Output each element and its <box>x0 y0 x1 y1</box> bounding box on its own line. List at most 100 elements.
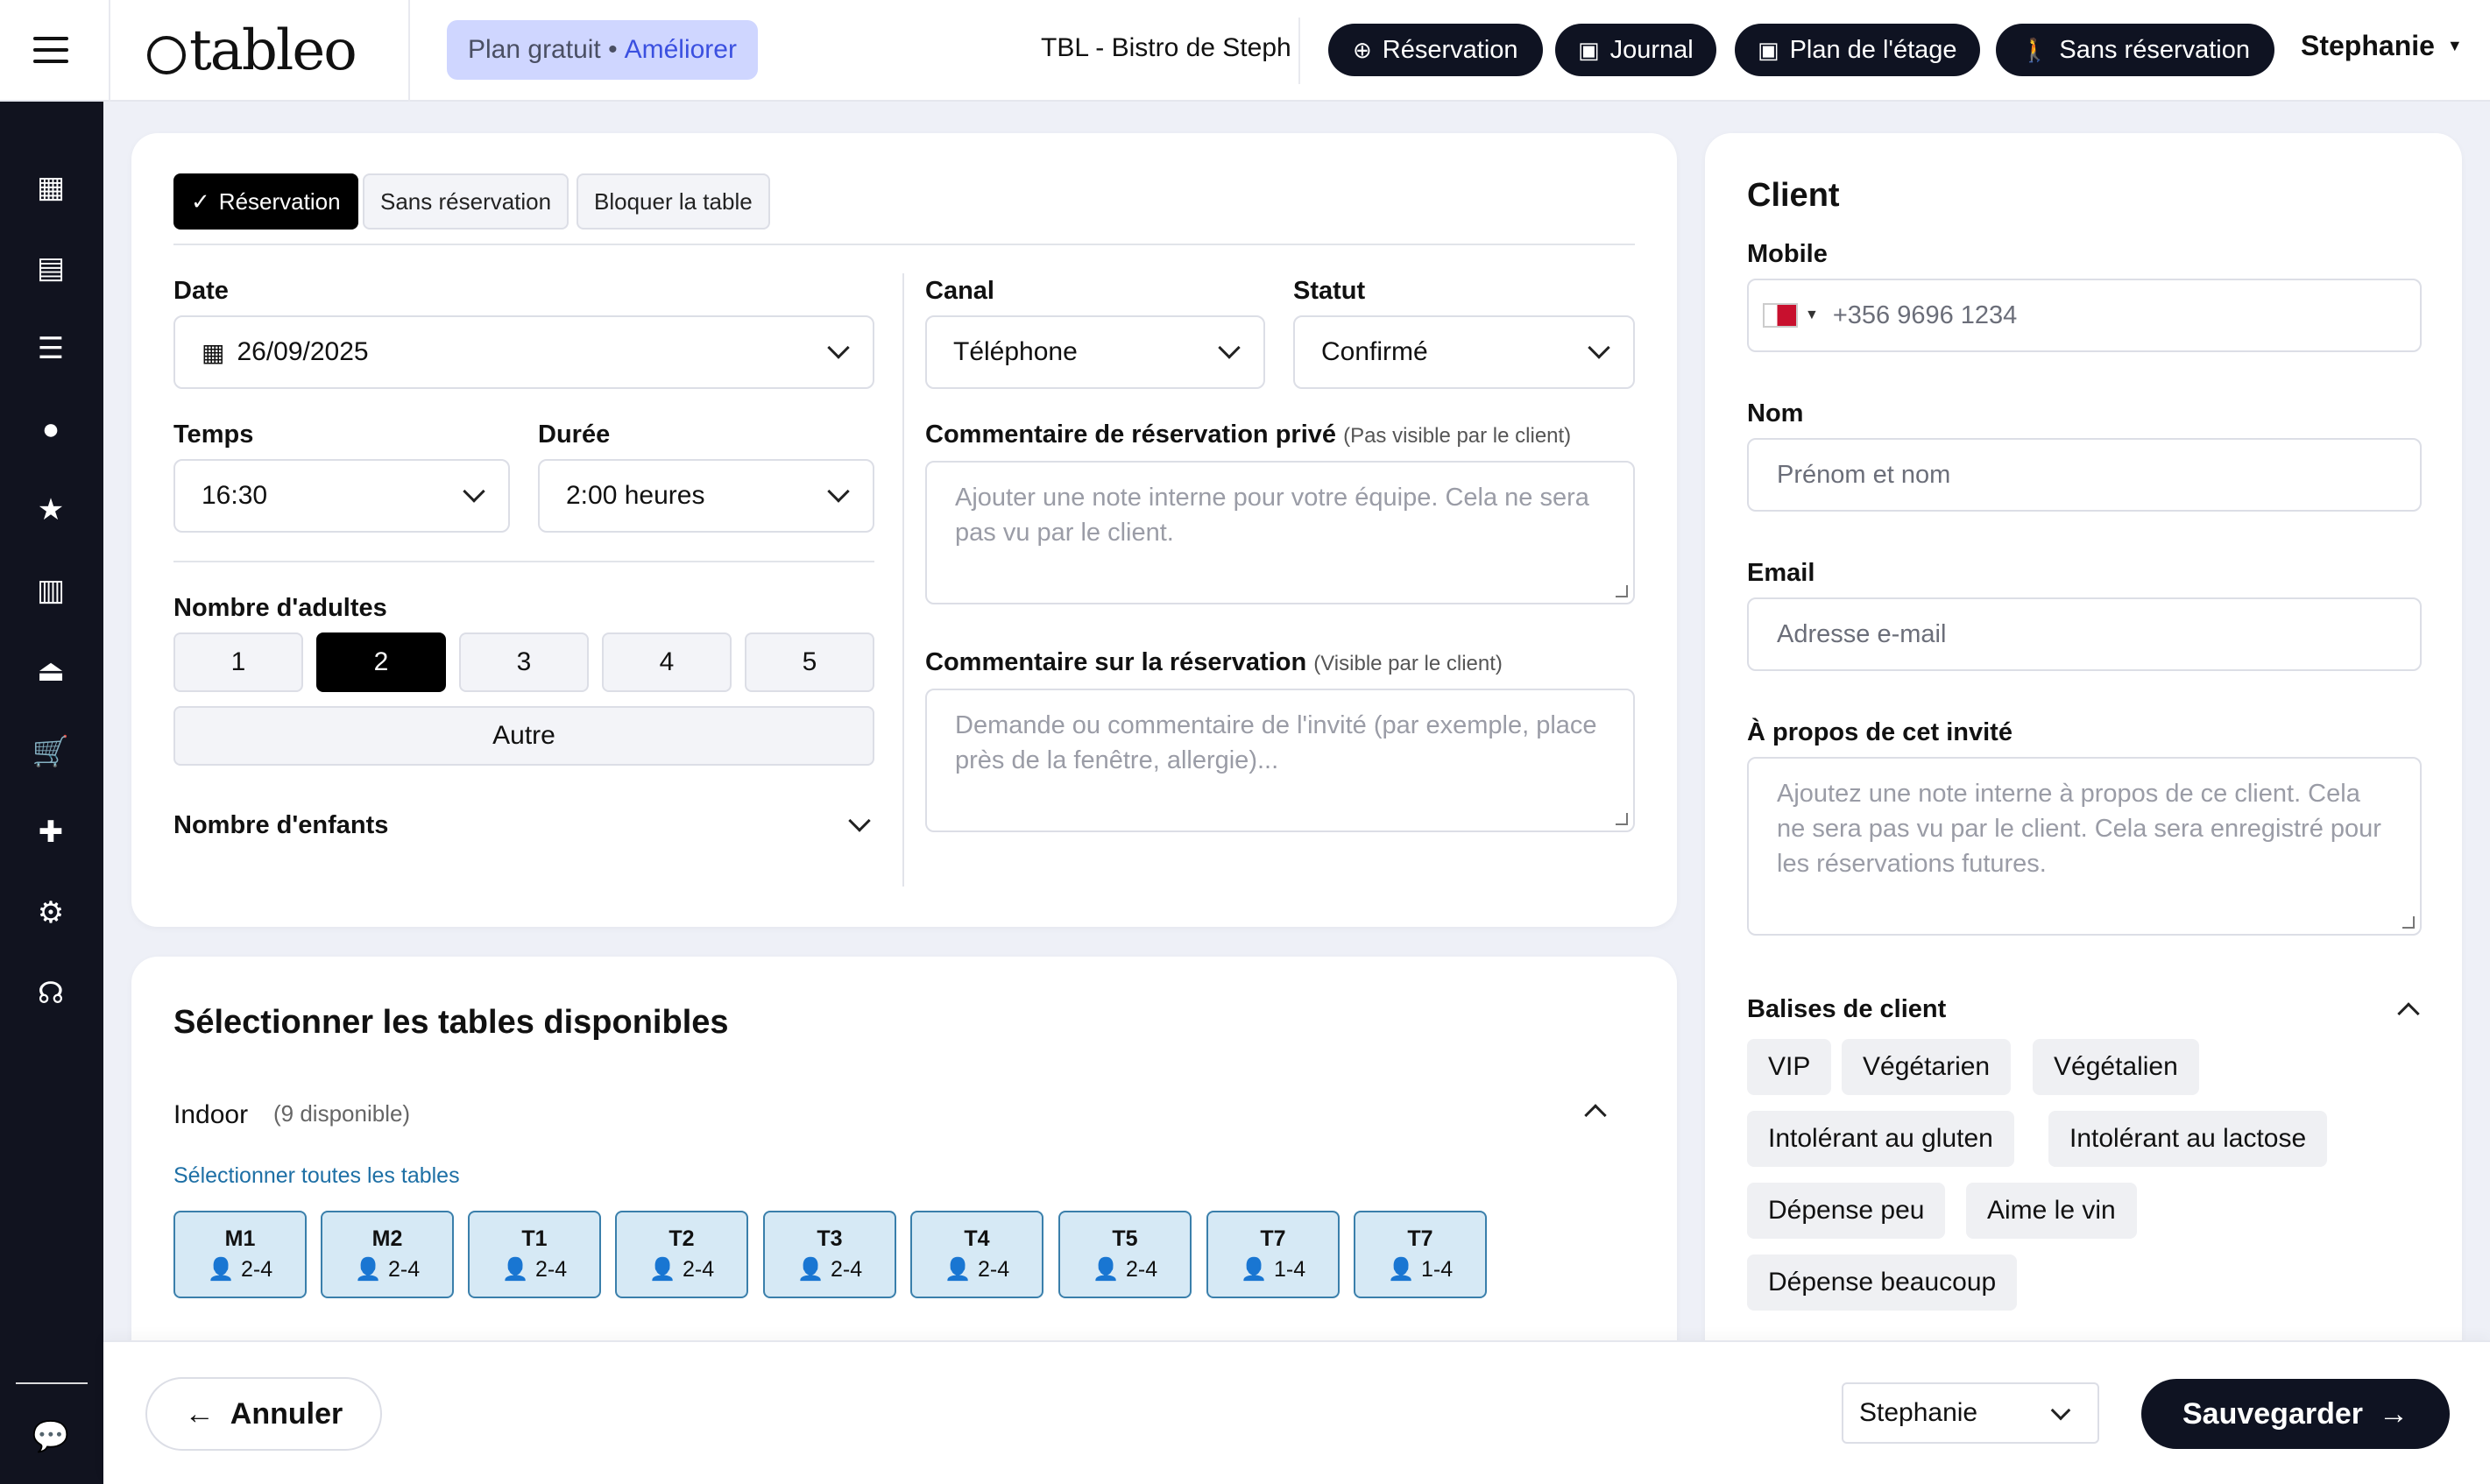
resize-handle[interactable] <box>2402 916 2415 929</box>
logo-ring-icon <box>147 36 186 74</box>
public-comment-textarea[interactable]: Demande ou commentaire de l'invité (par … <box>925 689 1635 832</box>
table-chip[interactable]: T4 👤 2-4 <box>910 1211 1043 1298</box>
client-tag[interactable]: Intolérant au gluten <box>1747 1111 2014 1167</box>
table-capacity: 👤 1-4 <box>1388 1257 1453 1283</box>
cart-icon[interactable]: 🛒 <box>32 732 70 771</box>
client-title: Client <box>1747 177 1840 214</box>
adults-option[interactable]: 1 <box>173 632 303 692</box>
resize-handle[interactable] <box>1616 813 1628 825</box>
status-label: Statut <box>1293 277 1366 305</box>
list-icon[interactable]: ☰ <box>32 329 70 368</box>
area-name: Indoor <box>173 1100 249 1129</box>
chat-icon[interactable]: 💬 <box>32 1417 70 1456</box>
client-tag[interactable]: Dépense peu <box>1747 1183 1946 1239</box>
client-tag[interactable]: Aime le vin <box>1966 1183 2137 1239</box>
date-picker[interactable]: ▦ 26/09/2025 <box>173 315 874 389</box>
table-chip[interactable]: T1 👤 2-4 <box>468 1211 601 1298</box>
menu-icon[interactable] <box>33 37 68 63</box>
mobile-field[interactable]: ▼ +356 9696 1234 <box>1747 279 2422 352</box>
person-icon: 👤 <box>207 1257 236 1282</box>
about-label: À propos de cet invité <box>1747 718 2013 746</box>
tab-divider <box>173 244 1635 245</box>
client-tag[interactable]: VIP <box>1747 1039 1832 1095</box>
channel-select[interactable]: Téléphone <box>925 315 1265 389</box>
table-name: T3 <box>817 1226 843 1251</box>
adults-option[interactable]: 3 <box>459 632 589 692</box>
journal-button[interactable]: ▣ Journal <box>1555 24 1716 76</box>
cancel-button[interactable]: ← Annuler <box>145 1377 382 1451</box>
tables-title: Sélectionner les tables disponibles <box>173 1004 729 1041</box>
staff-select[interactable]: Stephanie <box>1842 1382 2099 1444</box>
client-tag[interactable]: Intolérant au lactose <box>2048 1111 2328 1167</box>
table-name: T7 <box>1260 1226 1286 1251</box>
table-chip[interactable]: T5 👤 2-4 <box>1058 1211 1192 1298</box>
table-capacity: 👤 2-4 <box>502 1257 567 1283</box>
floor-plan-button[interactable]: ▣ Plan de l'étage <box>1735 24 1980 76</box>
duration-select[interactable]: 2:00 heures <box>538 459 874 533</box>
email-field[interactable]: Adresse e-mail <box>1747 597 2422 671</box>
user-menu[interactable]: Stephanie ▼ <box>2301 30 2463 62</box>
gear-icon[interactable]: ⚙ <box>32 894 70 932</box>
placeholder: Ajoutez une note interne à propos de ce … <box>1777 780 2381 878</box>
resize-handle[interactable] <box>1616 585 1628 597</box>
table-chip[interactable]: T7 👤 1-4 <box>1354 1211 1487 1298</box>
book-icon[interactable]: ▤ <box>32 249 70 287</box>
adults-option[interactable]: 4 <box>602 632 732 692</box>
chevron-down-icon <box>463 480 485 503</box>
star-icon[interactable]: ★ <box>32 491 70 529</box>
person-icon: 👤 <box>648 1257 677 1282</box>
cloche-icon[interactable]: ⏏ <box>32 652 70 690</box>
date-label: Date <box>173 277 229 305</box>
table-chip[interactable]: T2 👤 2-4 <box>615 1211 748 1298</box>
email-label: Email <box>1747 559 1815 587</box>
client-tag[interactable]: Dépense beaucoup <box>1747 1254 2018 1311</box>
new-reservation-button[interactable]: ⊕ Réservation <box>1328 24 1543 76</box>
capacity-value: 2-4 <box>1125 1257 1158 1282</box>
table-capacity: 👤 1-4 <box>1241 1257 1305 1283</box>
chart-icon[interactable]: ▥ <box>32 571 70 610</box>
table-chip[interactable]: T3 👤 2-4 <box>763 1211 896 1298</box>
upgrade-link[interactable]: Améliorer <box>625 35 737 65</box>
about-textarea[interactable]: Ajoutez une note interne à propos de ce … <box>1747 757 2422 936</box>
public-comment-label: Commentaire sur la réservation (Visible … <box>925 648 1503 677</box>
tab-block-table[interactable]: Bloquer la table <box>577 173 770 230</box>
adults-other-button[interactable]: Autre <box>173 706 874 766</box>
divider <box>109 0 110 102</box>
date-value: 26/09/2025 <box>237 337 369 366</box>
headset-icon[interactable]: ☊ <box>32 974 70 1013</box>
tab-reservation[interactable]: ✓ Réservation <box>173 173 358 230</box>
status-select[interactable]: Confirmé <box>1293 315 1635 389</box>
save-button[interactable]: Sauvegarder → <box>2141 1379 2450 1449</box>
table-chip[interactable]: M2 👤 2-4 <box>321 1211 454 1298</box>
table-chip[interactable]: M1 👤 2-4 <box>173 1211 307 1298</box>
name-field[interactable]: Prénom et nom <box>1747 438 2422 512</box>
tab-walk-in[interactable]: Sans réservation <box>363 173 569 230</box>
channel-value: Téléphone <box>953 337 1078 366</box>
divider <box>1298 18 1300 84</box>
capacity-value: 1-4 <box>1420 1257 1454 1282</box>
adults-option-selected[interactable]: 2 <box>316 632 446 692</box>
area-count: (9 disponible) <box>273 1100 411 1127</box>
capacity-value: 2-4 <box>387 1257 421 1282</box>
logo[interactable]: tableo <box>147 18 357 83</box>
private-comment-textarea[interactable]: Ajouter une note interne pour votre équi… <box>925 461 1635 604</box>
puzzle-icon[interactable]: ✚ <box>32 813 70 852</box>
walk-in-button[interactable]: 🚶 Sans réservation <box>1996 24 2274 76</box>
logo-text: tableo <box>189 18 357 83</box>
time-select[interactable]: 16:30 <box>173 459 510 533</box>
client-tag[interactable]: Végétalien <box>2033 1039 2199 1095</box>
adults-label: Nombre d'adultes <box>173 594 387 622</box>
country-flag-icon[interactable] <box>1763 303 1798 328</box>
user-icon[interactable]: ● <box>32 410 70 449</box>
table-chip[interactable]: T7 👤 1-4 <box>1206 1211 1340 1298</box>
chevron-down-icon <box>827 480 850 503</box>
chevron-down-icon <box>1218 336 1241 359</box>
duration-label: Durée <box>538 420 611 449</box>
client-tag[interactable]: Végétarien <box>1842 1039 2012 1095</box>
save-label: Sauvegarder <box>2182 1396 2363 1431</box>
adults-option[interactable]: 5 <box>745 632 874 692</box>
person-icon: 👤 <box>1240 1257 1269 1282</box>
table-capacity: 👤 2-4 <box>944 1257 1009 1283</box>
dashboard-icon[interactable]: ▦ <box>32 168 70 207</box>
select-all-tables-link[interactable]: Sélectionner toutes les tables <box>173 1163 460 1189</box>
